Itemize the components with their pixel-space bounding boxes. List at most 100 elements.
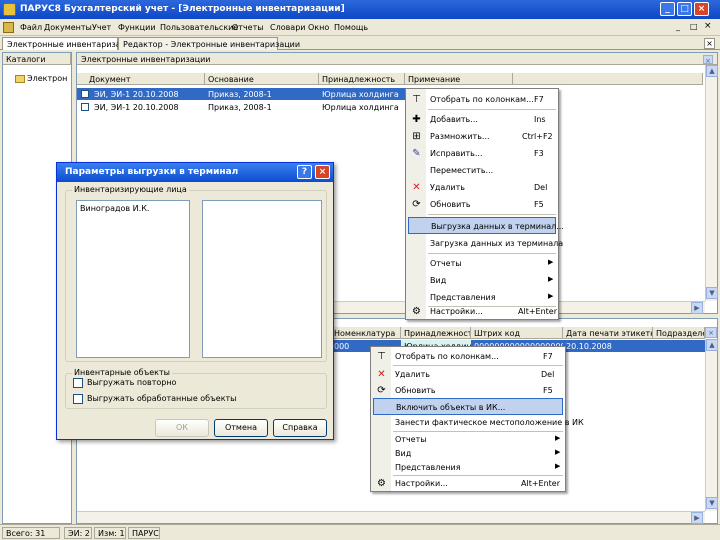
export-processed-checkbox-row[interactable]: Выгружать обработанные объекты <box>73 393 313 405</box>
dialog-titlebar: Параметры выгрузки в терминал ? × <box>57 163 333 182</box>
selected-persons-list[interactable] <box>202 200 322 358</box>
close-tab-icon[interactable]: × <box>704 38 715 49</box>
menu-item-export-terminal[interactable]: Выгрузка данных в терминал... <box>408 217 564 234</box>
col-departments[interactable]: Подразделения <box>653 327 705 339</box>
cancel-button[interactable]: Отмена <box>214 419 268 437</box>
menu-item-set-location[interactable]: Занести фактическое местоположение в ИК <box>371 414 584 431</box>
reexport-checkbox[interactable] <box>73 378 83 388</box>
menu-item-filter[interactable]: ⊤ Отобрать по колонкам... F7 <box>406 91 558 108</box>
cell-document: ЭИ, ЭИ-1 20.10.2008 <box>94 103 179 112</box>
cell-document: ЭИ, ЭИ-1 20.10.2008 <box>94 90 179 99</box>
menu-custom[interactable]: Пользовательские <box>160 23 238 32</box>
menu-item-settings[interactable]: ⚙ Настройки... Alt+Enter <box>406 303 558 320</box>
objects-group-label: Инвентарные объекты <box>72 368 172 377</box>
table-row[interactable]: ЭИ, ЭИ-1 20.10.2008 Приказ, 2008-1 Юрлиц… <box>77 101 407 113</box>
menu-item-include-objects[interactable]: Включить объекты в ИК... <box>373 398 563 415</box>
menu-item-add[interactable]: ✚ Добавить... Ins <box>406 111 558 128</box>
scroll-up-icon[interactable]: ▲ <box>706 339 718 351</box>
cell-basis: Приказ, 2008-1 <box>208 103 272 112</box>
menu-functions[interactable]: Функции <box>118 23 156 32</box>
menu-help[interactable]: Помощь <box>334 23 368 32</box>
scroll-up-icon[interactable]: ▲ <box>706 65 718 77</box>
mdi-close-button[interactable]: × <box>704 21 712 31</box>
context-menu-documents: ⊤ Отобрать по колонкам... F7 ✚ Добавить.… <box>405 88 564 320</box>
col-owner[interactable]: Принадлежность <box>319 73 405 85</box>
tab-editor[interactable]: Редактор - Электронные инвентаризации <box>118 37 300 50</box>
available-persons-list[interactable]: Виноградов И.К. <box>76 200 190 358</box>
export-processed-checkbox[interactable] <box>73 394 83 404</box>
col-print-date[interactable]: Дата печати этикетки <box>563 327 653 339</box>
document-tabs: Электронные инвентаризации Редактор - Эл… <box>0 36 720 50</box>
menu-item-reports[interactable]: Отчеты ▶ <box>406 255 558 272</box>
help-icon[interactable]: ? <box>297 165 312 179</box>
scroll-right-icon[interactable]: ▶ <box>691 512 703 524</box>
menu-item-refresh[interactable]: ⟳ Обновить F5 <box>406 196 558 213</box>
maximize-button[interactable]: □ <box>677 2 692 16</box>
menu-item-move[interactable]: Переместить... <box>406 162 558 179</box>
settings-icon: ⚙ <box>377 478 386 489</box>
col-owner-2[interactable]: Принадлежность <box>401 327 471 339</box>
col-basis[interactable]: Основание <box>205 73 319 85</box>
row-checkbox[interactable] <box>81 90 89 98</box>
export-processed-label: Выгружать обработанные объекты <box>87 394 237 403</box>
list-item[interactable]: Виноградов И.К. <box>80 204 149 213</box>
grid-title: Электронные инвентаризации <box>77 53 717 65</box>
menu-file[interactable]: Файл <box>20 23 42 32</box>
menu-reports[interactable]: Отчеты <box>232 23 264 32</box>
filter-icon: ⊤ <box>377 351 386 362</box>
dialog-close-button[interactable]: × <box>315 165 330 179</box>
tree-root[interactable]: Электрон <box>27 74 67 83</box>
menu-item-delete[interactable]: ✕ Удалить Del <box>406 179 558 196</box>
submenu-arrow-icon: ▶ <box>548 292 554 300</box>
menu-dictionaries[interactable]: Словари <box>270 23 306 32</box>
menu-item-filter[interactable]: ⊤ Отобрать по колонкам... F7 <box>371 348 565 365</box>
mdi-minimize-button[interactable]: _ <box>676 22 680 31</box>
panel-close-icon[interactable]: × <box>703 55 713 65</box>
scroll-down-icon[interactable]: ▼ <box>706 287 718 299</box>
minimize-button[interactable]: _ <box>660 2 675 16</box>
col-document[interactable]: Документ <box>77 73 205 85</box>
menu-item-delete[interactable]: ✕ Удалить Del <box>371 366 565 383</box>
mdi-restore-button[interactable]: □ <box>690 22 698 31</box>
menu-item-import-terminal[interactable]: Загрузка данных из терминала <box>406 235 563 252</box>
col-nomenclature[interactable]: Номенклатура <box>331 327 401 339</box>
panel-close-icon[interactable]: × <box>705 327 717 338</box>
scroll-down-icon[interactable]: ▼ <box>706 497 718 509</box>
window-titlebar: ПАРУС8 Бухгалтерский учет - [Электронные… <box>0 0 720 19</box>
menu-item-views[interactable]: Представления ▶ <box>371 459 565 476</box>
menu-window[interactable]: Окно <box>308 23 329 32</box>
menu-item-view[interactable]: Вид ▶ <box>406 272 558 289</box>
cell-date: 20.10.2008 <box>566 342 612 351</box>
close-button[interactable]: × <box>694 2 709 16</box>
horizontal-scrollbar[interactable]: ▶ <box>77 511 705 524</box>
submenu-arrow-icon: ▶ <box>555 448 561 456</box>
menu-item-duplicate[interactable]: ⊞ Размножить... Ctrl+F2 <box>406 128 558 145</box>
reexport-checkbox-row[interactable]: Выгружать повторно <box>73 377 313 389</box>
menu-accounting[interactable]: Учет <box>92 23 111 32</box>
row-checkbox[interactable] <box>81 103 89 111</box>
menu-item-refresh[interactable]: ⟳ Обновить F5 <box>371 382 565 399</box>
submenu-arrow-icon: ▶ <box>548 275 554 283</box>
refresh-icon: ⟳ <box>377 385 386 396</box>
menu-documents[interactable]: Документы <box>44 23 92 32</box>
edit-icon: ✎ <box>412 148 421 159</box>
col-barcode[interactable]: Штрих код <box>471 327 563 339</box>
vertical-scrollbar[interactable]: ▲ ▼ <box>705 65 718 301</box>
table-row[interactable]: ЭИ, ЭИ-1 20.10.2008 Приказ, 2008-1 Юрлиц… <box>77 88 407 100</box>
col-note[interactable]: Примечание <box>405 73 513 85</box>
menu-item-edit[interactable]: ✎ Исправить... F3 <box>406 145 558 162</box>
ok-button[interactable]: ОК <box>155 419 209 437</box>
reexport-label: Выгружать повторно <box>87 378 177 387</box>
document-icon <box>3 22 14 33</box>
menu-item-settings[interactable]: ⚙ Настройки... Alt+Enter <box>371 475 565 492</box>
scroll-right-icon[interactable]: ▶ <box>691 302 703 314</box>
col-empty <box>513 73 703 85</box>
help-button[interactable]: Справка <box>273 419 327 437</box>
catalog-header: Каталоги <box>3 53 71 65</box>
tab-inventories[interactable]: Электронные инвентаризации <box>2 37 136 50</box>
vertical-scrollbar[interactable]: ▲ ▼ <box>705 339 718 511</box>
folder-icon <box>15 75 25 83</box>
dialog-title: Параметры выгрузки в терминал <box>65 167 239 177</box>
duplicate-icon: ⊞ <box>412 131 421 142</box>
context-menu-items: ⊤ Отобрать по колонкам... F7 ✕ Удалить D… <box>370 346 584 492</box>
